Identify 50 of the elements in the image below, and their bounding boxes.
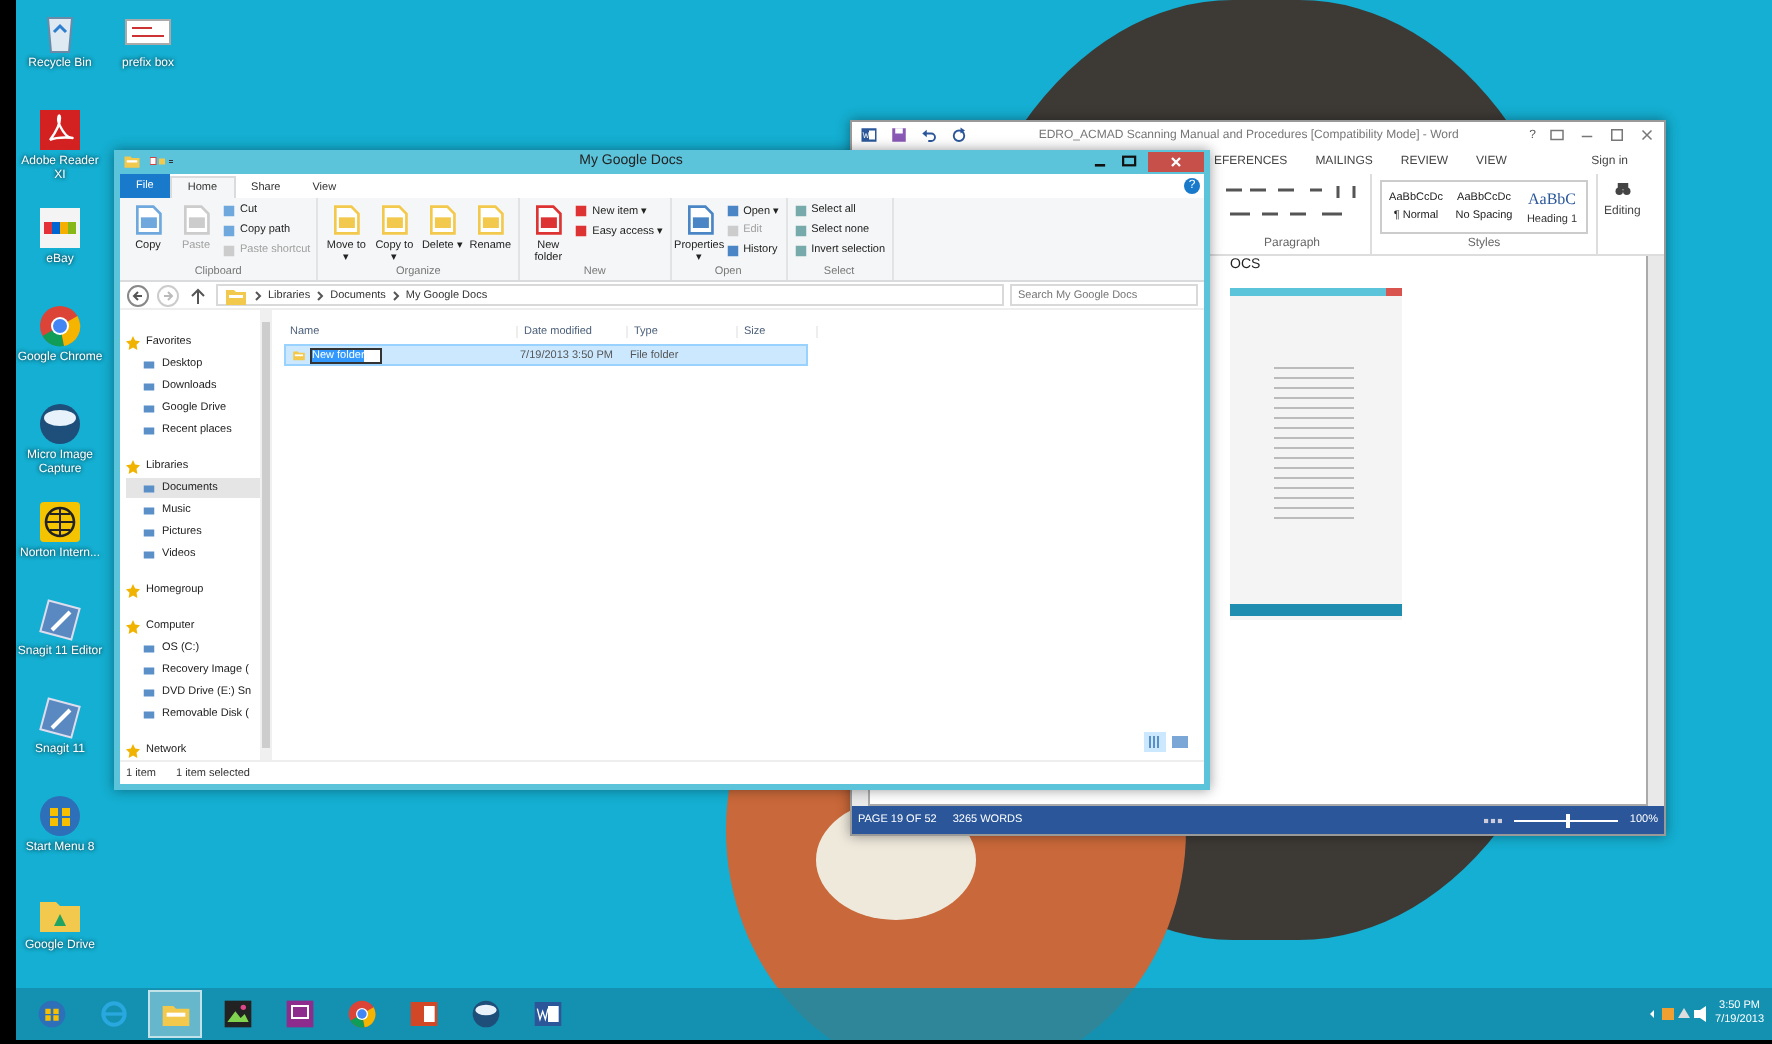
globe-icon bbox=[36, 498, 84, 546]
disc-icon bbox=[36, 400, 84, 448]
square-icon bbox=[725, 243, 740, 258]
photo-tile-icon bbox=[221, 998, 253, 1030]
star-icon bbox=[126, 335, 140, 349]
windows-orb-icon bbox=[36, 792, 84, 840]
chevron-icon bbox=[316, 289, 325, 302]
document-tile-icon bbox=[860, 126, 878, 144]
slides-tile-icon bbox=[407, 998, 439, 1030]
star-icon bbox=[126, 743, 140, 757]
e-letter-icon bbox=[97, 998, 129, 1030]
view-toggle-icons bbox=[1144, 732, 1192, 752]
folder-icon bbox=[292, 348, 306, 362]
square-icon bbox=[793, 243, 808, 258]
monitor-tile-icon bbox=[283, 998, 315, 1030]
square-icon bbox=[222, 243, 236, 258]
chevron-icon bbox=[254, 289, 262, 302]
browser-ball-icon bbox=[345, 998, 377, 1030]
document-tile-icon bbox=[531, 998, 563, 1030]
up-arrow-icon bbox=[186, 283, 210, 308]
restore-icon bbox=[1548, 126, 1566, 144]
quick-access-icons bbox=[150, 152, 174, 171]
maximize-icon bbox=[1118, 152, 1142, 171]
chevron-icon bbox=[391, 289, 400, 302]
square-icon bbox=[725, 203, 740, 218]
square-icon bbox=[793, 223, 808, 238]
zoom-thumb[interactable] bbox=[1565, 813, 1570, 827]
save-icon bbox=[890, 126, 908, 144]
square-icon bbox=[574, 223, 589, 238]
close-icon bbox=[1638, 126, 1656, 144]
star-icon bbox=[126, 459, 140, 473]
style-preview: AaBbC bbox=[1528, 189, 1576, 207]
star-icon bbox=[126, 583, 140, 597]
square-icon bbox=[222, 203, 236, 218]
square-icon bbox=[222, 223, 236, 238]
maximize-icon bbox=[1608, 126, 1626, 144]
square-icon bbox=[574, 203, 589, 218]
folder-icon bbox=[120, 152, 144, 171]
disc-icon bbox=[469, 998, 501, 1030]
pdf-icon bbox=[36, 106, 84, 154]
tray-icons bbox=[1647, 1006, 1708, 1022]
undo-icon bbox=[920, 126, 938, 144]
star-icon bbox=[126, 619, 140, 633]
windows-orb-icon bbox=[35, 998, 67, 1030]
scrollbar[interactable] bbox=[260, 310, 272, 760]
square-icon bbox=[793, 203, 808, 218]
browser-ball-icon bbox=[36, 302, 84, 350]
square-icon bbox=[725, 223, 740, 238]
redo-icon bbox=[950, 126, 968, 144]
binoculars-icon bbox=[1613, 180, 1632, 198]
